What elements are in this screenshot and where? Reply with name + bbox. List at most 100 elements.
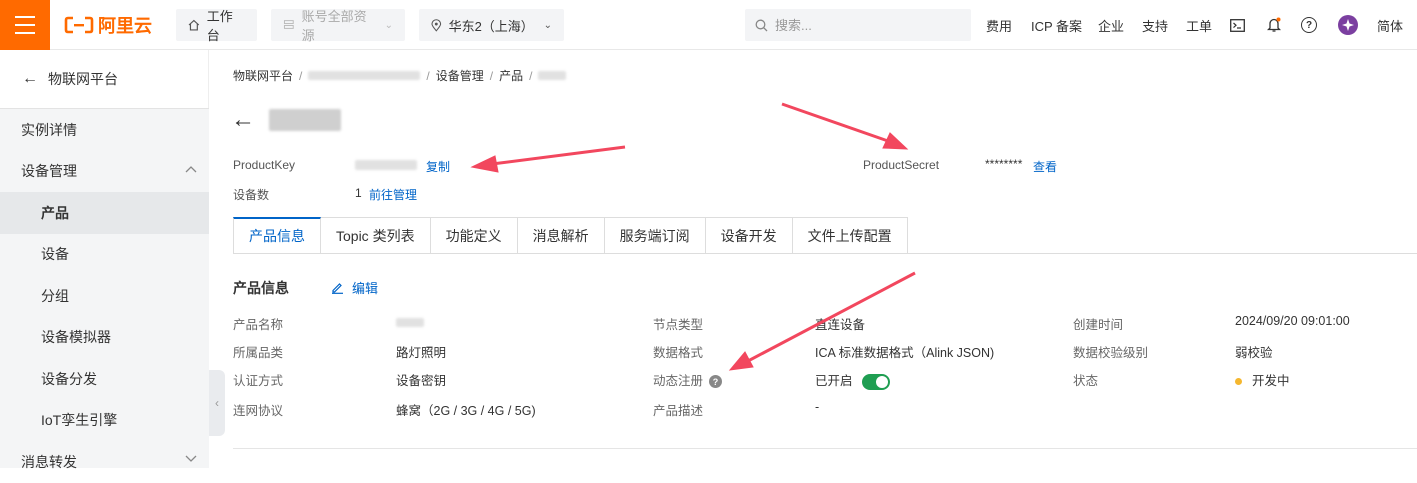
dynamic-registration-label-text: 动态注册 [653,374,704,388]
sidebar-title: 物联网平台 [48,71,118,87]
region-selector[interactable]: 华东2（上海） ⌄ [419,9,564,41]
sidebar-item-label: 设备模拟器 [41,329,111,346]
edit-button[interactable]: 编辑 [331,278,378,297]
status-text: 开发中 [1252,374,1290,388]
help-icon[interactable]: ? [1301,0,1317,50]
nav-link-label: 支持 [1142,18,1169,34]
field-value-category: 路灯照明 [396,346,447,360]
edit-pencil-icon [332,283,343,294]
nav-link-label: ICP 备案 [1031,18,1083,34]
sidebar-item-distribution[interactable]: 设备分发 [0,358,209,400]
field-value-network-protocol: 蜂窝（2G / 3G / 4G / 5G) [396,404,536,418]
field-label-validation-level: 数据校验级别 [1073,346,1149,360]
hamburger-menu-button[interactable] [0,0,50,50]
breadcrumb-item[interactable]: 设备管理 [436,67,484,84]
tab-file-upload-config[interactable]: 文件上传配置 [792,217,908,254]
field-value-data-format: ICA 标准数据格式（Alink JSON) [815,346,995,360]
sidebar-item-message-forwarding[interactable]: 消息转发 [0,441,209,483]
tab-product-info[interactable]: 产品信息 [233,217,321,254]
tab-device-development[interactable]: 设备开发 [705,217,793,254]
search-input[interactable] [775,17,955,33]
section-divider [233,448,1417,449]
sidebar-item-device[interactable]: 设备 [0,234,209,276]
main-content: 物联网平台 / / 设备管理 / 产品 / ← ProductKey 复制 Pr… [209,50,1417,468]
section-title: 产品信息 [233,280,289,296]
manage-devices-link[interactable]: 前往管理 [369,186,417,203]
sidebar-item-iot-twin[interactable]: IoT孪生引擎 [0,400,209,442]
nav-link-icp[interactable]: ICP 备案 [1031,0,1082,50]
terminal-icon[interactable] [1230,0,1245,50]
sidebar-item-label: 设备管理 [21,163,77,180]
global-search[interactable] [745,9,971,41]
copy-product-key-link[interactable]: 复制 [426,158,450,175]
field-value-node-type: 直连设备 [815,318,866,332]
field-value-created-time: 2024/09/20 09:01:00 [1235,314,1350,328]
help-question-icon[interactable]: ? [709,375,723,389]
arrow-left-icon: ← [22,70,38,87]
language-label: 简体 [1377,18,1404,34]
sidebar-back-button[interactable]: ← 物联网平台 [0,50,209,108]
field-label-description: 产品描述 [653,404,704,418]
workbench-button[interactable]: 工作台 [176,9,257,43]
tab-topic-list[interactable]: Topic 类列表 [321,217,431,254]
chevron-down-icon [185,455,197,462]
product-key-value-redacted [355,160,417,170]
sidebar: ← 物联网平台 实例详情 设备管理 产品 设备 分组 设备模拟器 设备分发 Io… [0,50,209,470]
nav-link-label: 工单 [1186,18,1213,34]
product-secret-label: ProductSecret [863,158,940,172]
nav-link-ticket[interactable]: 工单 [1186,0,1212,50]
field-label-data-format: 数据格式 [653,346,704,360]
workbench-label: 工作台 [206,9,233,43]
region-label: 华东2（上海） [448,18,534,34]
nav-link-fees[interactable]: 费用 [986,0,1012,50]
product-secret-value: ******** [985,157,1023,171]
field-label-dynamic-registration: 动态注册? [653,370,723,389]
breadcrumb-separator: / [529,68,533,83]
sidebar-item-device-management[interactable]: 设备管理 [0,151,209,193]
aliyun-logo[interactable]: 阿里云 [64,12,152,38]
breadcrumb-item[interactable]: 物联网平台 [233,67,293,84]
field-value-status: 开发中 [1235,370,1290,389]
language-switch[interactable]: 简体 [1377,0,1403,50]
nav-link-support[interactable]: 支持 [1142,0,1168,50]
product-name-value-redacted [396,318,424,327]
tab-message-parsing[interactable]: 消息解析 [517,217,605,254]
breadcrumb-item[interactable]: 产品 [499,67,523,84]
chevron-up-icon [185,165,197,172]
field-value-validation-level: 弱校验 [1235,346,1273,360]
sidebar-item-product[interactable]: 产品 [0,192,209,234]
field-label-status: 状态 [1073,374,1099,388]
stack-icon [283,20,294,29]
device-count-value: 1 [355,186,362,200]
back-arrow-icon[interactable]: ← [231,108,255,132]
nav-link-label: 费用 [986,18,1013,34]
top-bar: 阿里云 工作台 账号全部资源 ⌄ 华东2（上海） ⌄ 费用 ICP 备案 企业 … [0,0,1417,50]
avatar[interactable] [1338,0,1358,50]
field-label-network-protocol: 连网协议 [233,404,284,418]
sidebar-item-simulator[interactable]: 设备模拟器 [0,317,209,359]
tab-function-definition[interactable]: 功能定义 [430,217,518,254]
resource-selector[interactable]: 账号全部资源 ⌄ [271,9,405,43]
tab-server-subscription[interactable]: 服务端订阅 [604,217,706,254]
dynamic-registration-toggle[interactable] [862,373,890,390]
product-key-label: ProductKey [233,158,296,172]
resource-label: 账号全部资源 [301,9,367,43]
nav-link-enterprise[interactable]: 企业 [1098,0,1124,50]
breadcrumb-instance-redacted[interactable] [308,71,421,80]
chevron-down-icon: ⌄ [384,19,393,31]
breadcrumb-product-redacted [538,71,567,80]
page-title-row: ← [231,108,341,132]
tabs-divider [233,253,1417,254]
bell-icon[interactable] [1267,0,1281,50]
chevron-down-icon: ⌄ [543,19,552,31]
field-label-auth-method: 认证方式 [233,374,284,388]
location-pin-icon [431,18,442,32]
view-secret-link[interactable]: 查看 [1033,158,1057,175]
field-label-product-name: 产品名称 [233,318,284,332]
sidebar-item-group[interactable]: 分组 [0,275,209,317]
field-label-node-type: 节点类型 [653,318,704,332]
breadcrumb: 物联网平台 / / 设备管理 / 产品 / [233,67,567,84]
breadcrumb-separator: / [299,68,303,83]
field-value-description: - [815,400,820,414]
sidebar-item-instance-detail[interactable]: 实例详情 [0,109,209,151]
